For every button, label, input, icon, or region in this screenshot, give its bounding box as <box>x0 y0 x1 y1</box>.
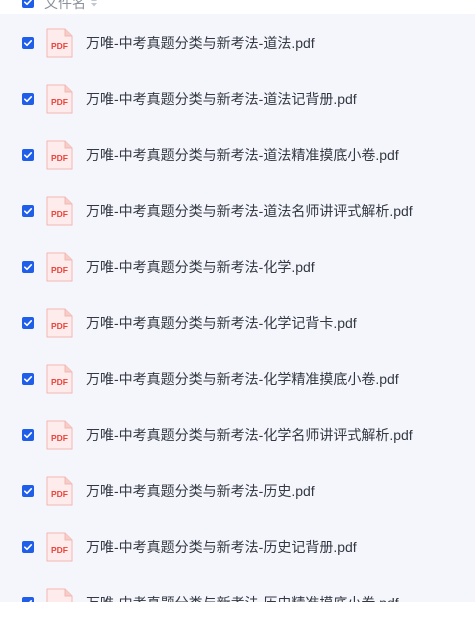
svg-text:PDF: PDF <box>51 97 68 107</box>
file-name[interactable]: 万唯-中考真题分类与新考法-历史记背册.pdf <box>86 538 357 556</box>
file-row[interactable]: PDF 万唯-中考真题分类与新考法-化学.pdf <box>0 239 475 295</box>
file-name[interactable]: 万唯-中考真题分类与新考法-历史.pdf <box>86 482 315 500</box>
svg-text:PDF: PDF <box>51 601 68 602</box>
file-row[interactable]: PDF 万唯-中考真题分类与新考法-道法记背册.pdf <box>0 71 475 127</box>
checkbox-checked-icon <box>24 432 33 439</box>
pdf-file-icon: PDF <box>46 420 73 450</box>
file-checkbox[interactable] <box>22 429 34 441</box>
file-name[interactable]: 万唯-中考真题分类与新考法-化学精准摸底小卷.pdf <box>86 370 399 388</box>
file-checkbox[interactable] <box>22 541 34 553</box>
pdf-file-icon: PDF <box>46 476 73 506</box>
checkbox-checked-icon <box>24 264 33 271</box>
pdf-file-icon: PDF <box>46 140 73 170</box>
file-checkbox[interactable] <box>22 93 34 105</box>
checkbox-checked-icon <box>24 320 33 327</box>
pdf-file-icon: PDF <box>46 532 73 562</box>
file-row[interactable]: PDF 万唯-中考真题分类与新考法-道法名师讲评式解析.pdf <box>0 183 475 239</box>
checkbox-checked-icon <box>24 376 33 383</box>
file-row[interactable]: PDF 万唯-中考真题分类与新考法-化学名师讲评式解析.pdf <box>0 407 475 463</box>
file-name[interactable]: 万唯-中考真题分类与新考法-道法记背册.pdf <box>86 90 357 108</box>
select-all-checkbox[interactable] <box>22 0 34 8</box>
checkbox-checked-icon <box>24 40 33 47</box>
svg-text:PDF: PDF <box>51 321 68 331</box>
file-name[interactable]: 万唯-中考真题分类与新考法-道法名师讲评式解析.pdf <box>86 202 413 220</box>
file-name[interactable]: 万唯-中考真题分类与新考法-历史精准摸底小卷.pdf <box>86 594 399 602</box>
file-row[interactable]: PDF 万唯-中考真题分类与新考法-历史.pdf <box>0 463 475 519</box>
pdf-file-icon: PDF <box>46 308 73 338</box>
file-name[interactable]: 万唯-中考真题分类与新考法-化学记背卡.pdf <box>86 314 357 332</box>
file-checkbox[interactable] <box>22 261 34 273</box>
checkbox-checked-icon <box>24 488 33 495</box>
svg-text:PDF: PDF <box>51 153 68 163</box>
pdf-file-icon: PDF <box>46 252 73 282</box>
checkbox-checked-icon <box>24 0 33 6</box>
svg-text:PDF: PDF <box>51 377 68 387</box>
file-checkbox[interactable] <box>22 317 34 329</box>
file-checkbox[interactable] <box>22 149 34 161</box>
file-list-header: 文件名 <box>0 0 475 14</box>
svg-text:PDF: PDF <box>51 41 68 51</box>
file-name[interactable]: 万唯-中考真题分类与新考法-化学名师讲评式解析.pdf <box>86 426 413 444</box>
pdf-file-icon: PDF <box>46 588 73 602</box>
checkbox-checked-icon <box>29 600 33 602</box>
checkbox-checked-icon <box>24 544 33 551</box>
file-list: PDF 万唯-中考真题分类与新考法-道法.pdf PDF 万唯-中考真题分类与新… <box>0 15 475 602</box>
file-name[interactable]: 万唯-中考真题分类与新考法-道法精准摸底小卷.pdf <box>86 146 399 164</box>
file-checkbox[interactable] <box>22 597 34 602</box>
svg-text:PDF: PDF <box>51 433 68 443</box>
file-row[interactable]: PDF 万唯-中考真题分类与新考法-化学精准摸底小卷.pdf <box>0 351 475 407</box>
file-name[interactable]: 万唯-中考真题分类与新考法-道法.pdf <box>86 34 315 52</box>
svg-text:PDF: PDF <box>51 545 68 555</box>
pdf-file-icon: PDF <box>46 28 73 58</box>
column-header-filename[interactable]: 文件名 <box>44 0 86 11</box>
pdf-file-icon: PDF <box>46 196 73 226</box>
file-name[interactable]: 万唯-中考真题分类与新考法-化学.pdf <box>86 258 315 276</box>
file-row[interactable]: PDF 万唯-中考真题分类与新考法-历史记背册.pdf <box>0 519 475 575</box>
pdf-file-icon: PDF <box>46 84 73 114</box>
checkbox-checked-icon <box>24 152 33 159</box>
checkbox-checked-icon <box>24 96 33 103</box>
file-row[interactable]: PDF 万唯-中考真题分类与新考法-化学记背卡.pdf <box>0 295 475 351</box>
file-row[interactable]: PDF 万唯-中考真题分类与新考法-历史精准摸底小卷.pdf <box>0 575 475 602</box>
file-list-panel: 文件名 PDF 万唯-中考真题分类与新考法-道法.pdf PDF 万唯-中考真题… <box>0 0 475 602</box>
sort-icon[interactable] <box>90 0 98 7</box>
file-checkbox[interactable] <box>22 205 34 217</box>
file-row[interactable]: PDF 万唯-中考真题分类与新考法-道法.pdf <box>0 15 475 71</box>
svg-text:PDF: PDF <box>51 265 68 275</box>
pdf-file-icon: PDF <box>46 364 73 394</box>
file-checkbox[interactable] <box>22 485 34 497</box>
file-row[interactable]: PDF 万唯-中考真题分类与新考法-道法精准摸底小卷.pdf <box>0 127 475 183</box>
svg-text:PDF: PDF <box>51 489 68 499</box>
svg-text:PDF: PDF <box>51 209 68 219</box>
file-checkbox[interactable] <box>22 37 34 49</box>
checkbox-checked-icon <box>24 208 33 215</box>
file-checkbox[interactable] <box>22 373 34 385</box>
